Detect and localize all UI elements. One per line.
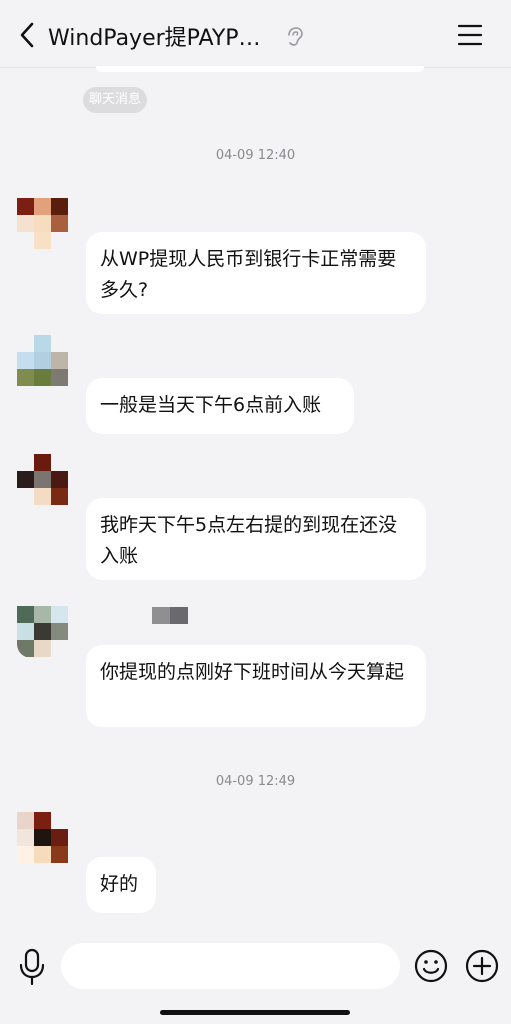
chevron-left-icon[interactable] <box>14 18 42 52</box>
message-bubble[interactable]: 我昨天下午5点左右提的到现在还没入账 <box>86 498 426 580</box>
avatar[interactable] <box>17 454 69 506</box>
message-bubble[interactable]: 你提现的点刚好下班时间从今天算起 <box>86 645 426 727</box>
avatar[interactable] <box>17 198 69 250</box>
timestamp: 04-09 12:49 <box>215 774 296 789</box>
home-indicator <box>160 1010 350 1015</box>
input-bar <box>0 935 511 1024</box>
avatar[interactable] <box>17 335 69 387</box>
avatar[interactable] <box>17 812 69 864</box>
emoji-icon[interactable] <box>414 949 448 983</box>
chat-header: WindPayer提PAYP… <box>0 0 511 68</box>
menu-icon[interactable] <box>456 22 484 48</box>
sender-name-redacted <box>152 607 188 624</box>
ear-icon <box>288 27 303 46</box>
avatar[interactable] <box>17 606 69 658</box>
message-bubble[interactable]: 一般是当天下午6点前入账 <box>86 378 354 434</box>
message-input[interactable] <box>61 943 400 989</box>
message-bubble[interactable]: 从WP提现人民币到银行卡正常需要多久? <box>86 232 426 314</box>
chat-title: WindPayer提PAYP… <box>48 26 261 51</box>
system-message-pill: 聊天消息 <box>83 87 148 113</box>
clipped-bubble <box>96 66 424 72</box>
timestamp: 04-09 12:40 <box>215 148 296 163</box>
plus-circle-icon[interactable] <box>465 949 499 983</box>
microphone-icon[interactable] <box>16 947 48 987</box>
message-bubble[interactable]: 好的 <box>86 857 156 913</box>
